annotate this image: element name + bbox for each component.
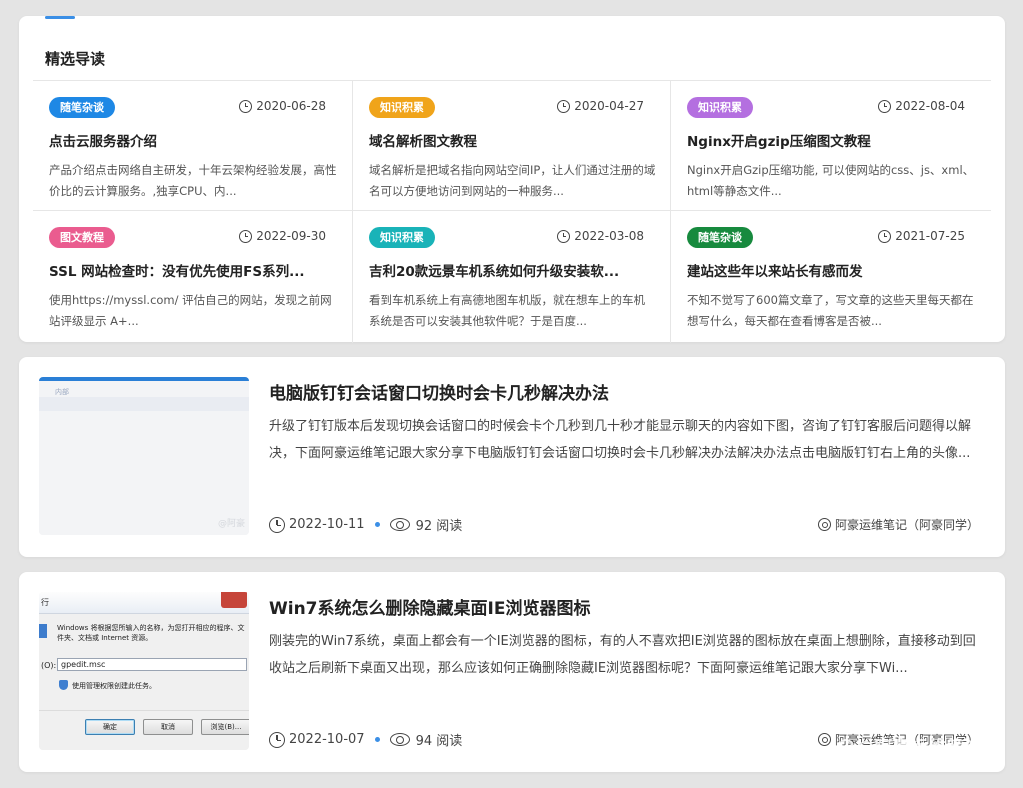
- featured-item-title[interactable]: 建站这些年以来站长有感而发: [687, 260, 977, 280]
- post-thumbnail[interactable]: 内部 @阿豪: [39, 377, 249, 535]
- clock-icon: [239, 99, 253, 113]
- watermark-icon: [838, 739, 854, 755]
- featured-item-excerpt: 不知不觉写了600篇文章了，写文章的这些天里每天都在想写什么，每天都在查看博客是…: [687, 293, 974, 328]
- featured-item-excerpt: 产品介绍点击网络自主研发，十年云架构经验发展，高性价比的云计算服务。,独享CPU…: [49, 163, 337, 198]
- clock-icon: [878, 99, 892, 113]
- eye-icon: [389, 518, 410, 531]
- category-tag[interactable]: 随笔杂谈: [49, 97, 115, 118]
- post-title[interactable]: Win7系统怎么删除隐藏桌面IE浏览器图标: [269, 594, 985, 619]
- post-date: 2022-09-30: [239, 229, 326, 243]
- featured-item-excerpt: Nginx开启Gzip压缩功能, 可以使网站的css、js、xml、html等静…: [687, 163, 975, 198]
- post-date: 2020-04-27: [557, 99, 644, 113]
- post-card[interactable]: 行 Windows 将根据您所输入的名称，为您打开相应的程序、文件夹、文档或 I…: [19, 572, 1005, 772]
- post-meta: 2022-10-11 92 阅读: [269, 515, 462, 534]
- featured-item-title[interactable]: 点击云服务器介绍: [49, 130, 338, 150]
- thumb-watermark: @阿豪: [217, 519, 245, 529]
- separator-dot: [374, 737, 380, 742]
- featured-grid: 随笔杂谈 2020-06-28 点击云服务器介绍 产品介绍点击网络自主研发，十年…: [33, 80, 991, 343]
- featured-item-title[interactable]: Nginx开启gzip压缩图文教程: [687, 130, 977, 150]
- user-icon: [817, 733, 831, 746]
- featured-item[interactable]: 图文教程 2022-09-30 SSL 网站检查时：没有优先使用FS系列... …: [33, 211, 353, 343]
- post-excerpt: 刚装完的Win7系统，桌面上都会有一个IE浏览器的图标，有的人不喜欢把IE浏览器…: [269, 634, 976, 676]
- post-date: 2022-08-04: [878, 99, 965, 113]
- category-tag[interactable]: 知识积累: [687, 97, 753, 118]
- post-title[interactable]: 电脑版钉钉会话窗口切换时会卡几秒解决办法: [269, 379, 985, 404]
- post-date: 2022-10-07: [289, 732, 365, 747]
- run-icon: [39, 624, 47, 638]
- ok-button: 确定: [85, 719, 135, 735]
- clock-icon: [269, 731, 285, 748]
- featured-item[interactable]: 随笔杂谈 2021-07-25 建站这些年以来站长有感而发 不知不觉写了600篇…: [671, 211, 991, 343]
- clock-icon: [239, 229, 253, 243]
- category-tag[interactable]: 知识积累: [369, 97, 435, 118]
- view-count: 92 阅读: [415, 519, 463, 534]
- separator-dot: [374, 522, 380, 527]
- dialog-message: Windows 将根据您所输入的名称，为您打开相应的程序、文件夹、文档或 Int…: [57, 624, 245, 642]
- post-date: 2021-07-25: [878, 229, 965, 243]
- screenshot-body: 内部 @阿豪: [39, 381, 249, 535]
- category-tag[interactable]: 图文教程: [49, 227, 115, 248]
- category-tag[interactable]: 随笔杂谈: [687, 227, 753, 248]
- window-title: 行: [41, 598, 49, 607]
- cancel-button: 取消: [143, 719, 193, 735]
- post-date: 2022-03-08: [557, 229, 644, 243]
- clock-icon: [557, 229, 571, 243]
- clock-icon: [269, 516, 285, 533]
- category-tag[interactable]: 知识积累: [369, 227, 435, 248]
- author-name[interactable]: 阿豪运维笔记（阿豪同学）: [835, 516, 979, 533]
- view-count: 94 阅读: [415, 734, 463, 749]
- featured-item[interactable]: 知识积累 2020-04-27 域名解析图文教程 域名解析是把域名指向网站空间I…: [353, 81, 671, 211]
- browse-button: 浏览(B)...: [201, 719, 249, 735]
- post-thumbnail[interactable]: 行 Windows 将根据您所输入的名称，为您打开相应的程序、文件夹、文档或 I…: [39, 592, 249, 750]
- featured-item[interactable]: 知识积累 2022-08-04 Nginx开启gzip压缩图文教程 Nginx开…: [671, 81, 991, 211]
- user-icon: [817, 518, 831, 531]
- clock-icon: [878, 229, 892, 243]
- run-input: gpedit.msc: [57, 658, 247, 671]
- section-accent: [45, 16, 75, 19]
- eye-icon: [389, 733, 410, 746]
- window-titlebar: 行: [39, 592, 249, 614]
- post-date: 2020-06-28: [239, 99, 326, 113]
- featured-item[interactable]: 知识积累 2022-03-08 吉利20款远景车机系统如何升级安装软... 看到…: [353, 211, 671, 343]
- post-excerpt: 升级了钉钉版本后发现切换会话窗口的时候会卡个几秒到几十秒才能显示聊天的内容如下图…: [269, 419, 972, 461]
- open-label: (O):: [41, 661, 57, 670]
- clock-icon: [557, 99, 571, 113]
- thumb-label: 内部: [55, 388, 69, 396]
- featured-section: 精选导读 随笔杂谈 2020-06-28 点击云服务器介绍 产品介绍点击网络自主…: [19, 16, 1005, 343]
- featured-item-excerpt: 域名解析是把域名指向网站空间IP，让人们通过注册的域名可以方便地访问到网站的一种…: [369, 163, 656, 198]
- post-meta: 2022-10-07 94 阅读: [269, 730, 462, 749]
- post-card[interactable]: 内部 @阿豪 电脑版钉钉会话窗口切换时会卡几秒解决办法 升级了钉钉版本后发现切换…: [19, 357, 1005, 557]
- shield-icon: [59, 680, 68, 690]
- admin-note: 使用管理权限创建此任务。: [72, 682, 156, 690]
- section-title: 精选导读: [45, 50, 106, 68]
- featured-item-excerpt: 使用https://myssl.com/ 评估自己的网站，发现之前网站评级显示 …: [49, 293, 332, 328]
- post-author[interactable]: 阿豪运维笔记（阿豪同学）: [817, 516, 979, 533]
- featured-item-excerpt: 看到车机系统上有高德地图车机版，就在想车上的车机系统是否可以安装其他软件呢？于是…: [369, 293, 645, 328]
- featured-item-title[interactable]: 吉利20款远景车机系统如何升级安装软...: [369, 260, 656, 280]
- featured-item-title[interactable]: SSL 网站检查时：没有优先使用FS系列...: [49, 260, 338, 280]
- featured-item-title[interactable]: 域名解析图文教程: [369, 130, 656, 150]
- blurred-row: [39, 397, 249, 411]
- featured-item[interactable]: 随笔杂谈 2020-06-28 点击云服务器介绍 产品介绍点击网络自主研发，十年…: [33, 81, 353, 211]
- post-date: 2022-10-11: [289, 517, 365, 532]
- close-icon: [221, 592, 247, 608]
- site-watermark: @阿豪运维笔记: [838, 733, 983, 758]
